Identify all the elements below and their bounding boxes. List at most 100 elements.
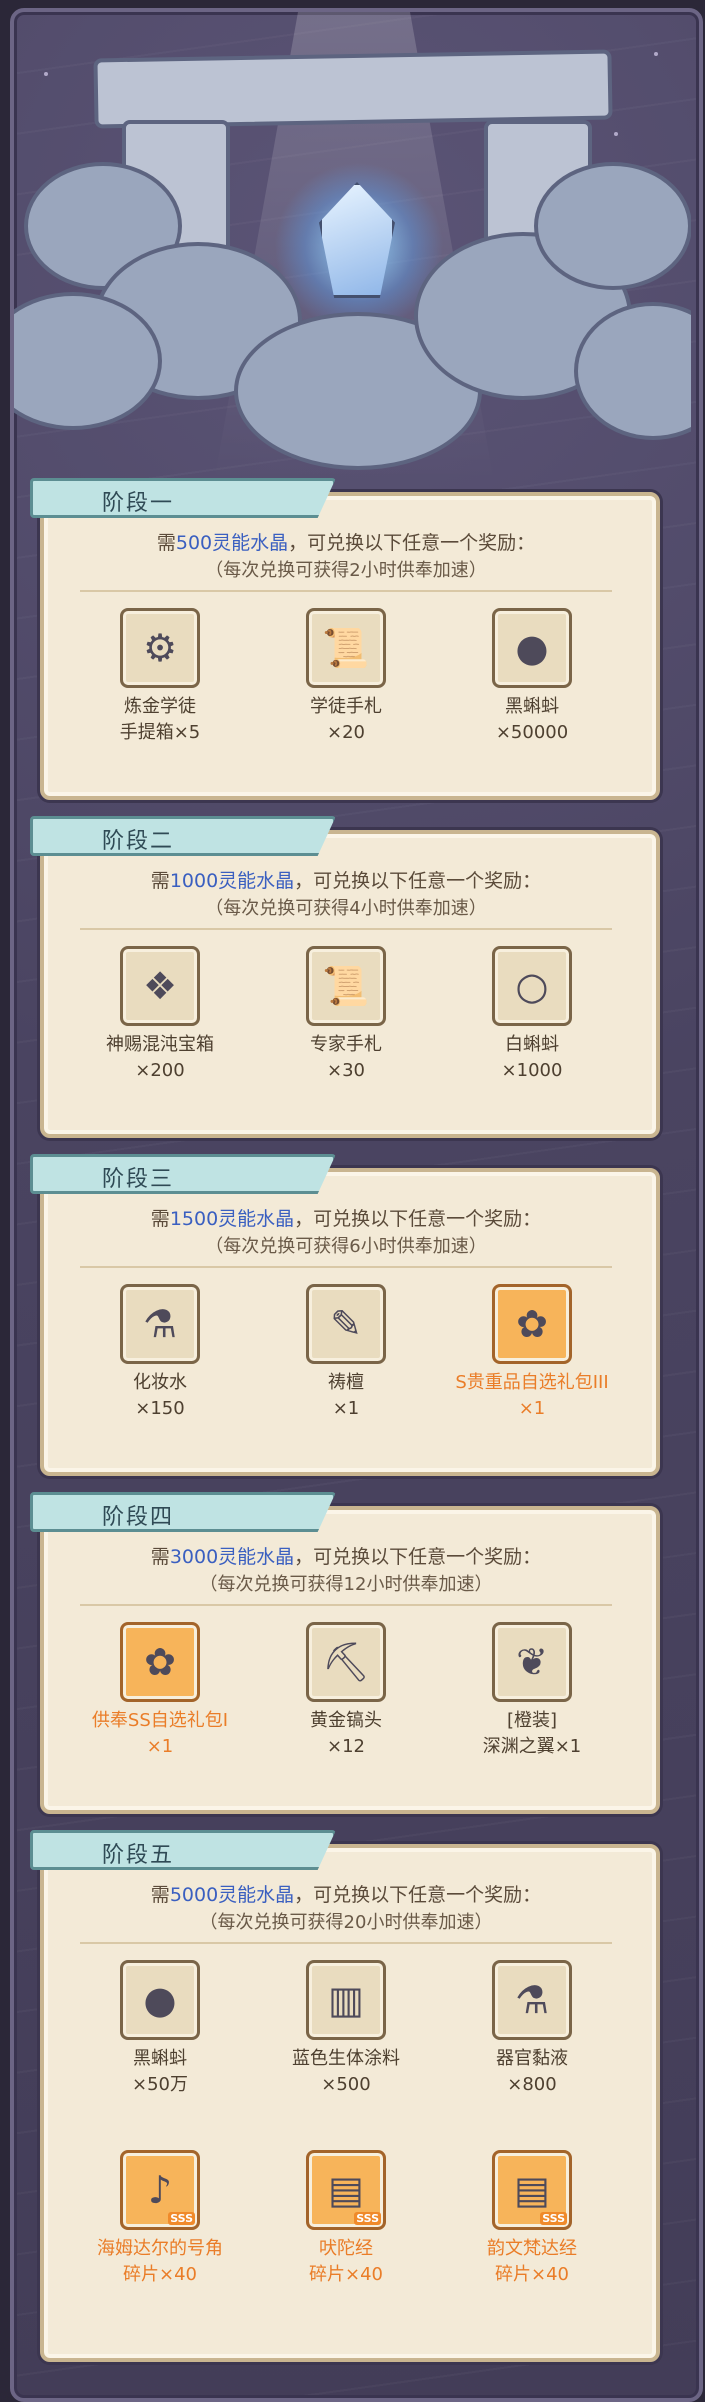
reward-label: 海姆达尔的号角 碎片×40 [70,2236,250,2288]
stone-lintel [93,49,613,129]
requirement-text: 需1000灵能水晶，可兑换以下任意一个奖励： [40,866,652,893]
stage-tab: 阶段一 [30,478,336,518]
bonus-note: （每次兑换可获得2小时供奉加速） [205,560,487,581]
reward-label: 器官黏液 ×800 [442,2046,622,2098]
reward-name: 蓝色生体涂料 [292,2048,400,2069]
stage-tab: 阶段二 [30,816,336,856]
chaos-chest-icon: ❖ [120,946,200,1026]
pickaxe-icon: ⛏ [306,1622,386,1702]
reward-item[interactable]: ▤ SSS 韵文梵达经 碎片×40 [442,2150,622,2288]
reward-item[interactable]: ✿ S贵重品自选礼包III ×1 [442,1284,622,1422]
reward-name: S贵重品自选礼包III [455,1372,609,1393]
bonus-note: （每次兑换可获得6小时供奉加速） [205,1236,487,1257]
reward-quantity: ×800 [507,2074,557,2095]
reward-label: 韵文梵达经 碎片×40 [442,2236,622,2288]
black-tadpole-icon: ● [120,1960,200,2040]
reward-label: 吠陀经碎片×40 [256,2236,436,2288]
stage-tab: 阶段五 [30,1830,336,1870]
reward-item[interactable]: ✿ 供奉SS自选礼包Ⅰ ×1 [70,1622,250,1760]
reward-name: 黄金镐头 [310,1710,382,1731]
reward-name: 吠陀经 [319,2238,373,2259]
reward-name: 白蝌蚪 [505,1034,559,1055]
reward-label: 白蝌蚪 ×1000 [442,1032,622,1084]
req-suffix: ，可兑换以下任意一个奖励： [294,1884,542,1906]
reward-item[interactable]: ❦ [橙装] 深渊之翼×1 [442,1622,622,1760]
divider [80,590,612,592]
hero-banner [14,12,691,482]
reward-item[interactable]: ⚗ 器官黏液 ×800 [442,1960,622,2098]
req-amount: 1500灵能水晶 [169,1208,295,1230]
stage-section: 阶段五需5000灵能水晶，可兑换以下任意一个奖励： （每次兑换可获得20小时供奉加… [30,1830,660,2362]
reward-quantity: 深渊之翼×1 [482,1736,582,1757]
reward-item[interactable]: ▥ 蓝色生体涂料 ×500 [256,1960,436,2098]
reward-name: 黑蝌蚪 [133,2048,187,2069]
reward-item[interactable]: 📜 学徒手札 ×20 [256,608,436,746]
req-suffix: ，可兑换以下任意一个奖励： [294,1546,542,1568]
reward-label: 化妆水 ×150 [70,1370,250,1422]
reward-name: 祷檀 [328,1372,364,1393]
reward-quantity: ×20 [327,722,365,743]
reward-label: 祷檀 ×1 [256,1370,436,1422]
reward-item[interactable]: ● 黑蝌蚪 ×50000 [442,608,622,746]
reward-name: [橙装] [506,1710,558,1731]
reward-quantity: ×1 [518,1398,546,1419]
bonus-note: （每次兑换可获得20小时供奉加速） [199,1912,493,1933]
req-amount: 3000灵能水晶 [169,1546,295,1568]
reward-name: 化妆水 [133,1372,187,1393]
reward-quantity: ×1 [146,1736,174,1757]
reward-label: 黑蝌蚪 ×50000 [442,694,622,746]
reward-quantity: ×500 [321,2074,371,2095]
reward-item[interactable]: 📜 专家手札 ×30 [256,946,436,1084]
requirement-text: 需3000灵能水晶，可兑换以下任意一个奖励： [40,1542,652,1569]
reward-item[interactable]: ▤ SSS 吠陀经 碎片×40 [256,2150,436,2288]
vendidad-book-icon: ▤ SSS [492,2150,572,2230]
reward-item[interactable]: ● 黑蝌蚪 ×50万 [70,1960,250,2098]
horn-icon: ♪ SSS [120,2150,200,2230]
req-suffix: ，可兑换以下任意一个奖励： [294,1208,542,1230]
cloud [534,162,691,290]
toolbox-icon: ⚙ [120,608,200,688]
req-prefix: 需 [150,1884,170,1906]
stage-title: 阶段二 [101,829,174,854]
blue-paint-bucket-icon: ▥ [306,1960,386,2040]
req-amount: 5000灵能水晶 [169,1884,295,1906]
reward-item[interactable]: ⚙ 炼金学徒 手提箱×5 [70,608,250,746]
stage-tab: 阶段三 [30,1154,336,1194]
reward-item[interactable]: ♪ SSS 海姆达尔的号角 碎片×40 [70,2150,250,2288]
reward-name: 海姆达尔的号角 [97,2238,223,2259]
reward-name: 器官黏液 [496,2048,568,2069]
reward-item[interactable]: ✎ 祷檀 ×1 [256,1284,436,1422]
scroll-icon: 📜 [306,608,386,688]
reward-name: 学徒手札 [310,696,382,717]
star [614,132,618,136]
reward-item[interactable]: ❖ 神赐混沌宝箱 ×200 [70,946,250,1084]
white-tadpole-icon: ○ [492,946,572,1026]
divider [80,1604,612,1606]
req-amount: 500灵能水晶 [175,532,289,554]
stage-title: 阶段五 [101,1843,174,1868]
reward-quantity: ×12 [327,1736,365,1757]
organ-fluid-icon: ⚗ [492,1960,572,2040]
stage-title: 阶段三 [101,1167,174,1192]
reward-quantity: ×1 [332,1398,360,1419]
reward-name: 黑蝌蚪 [505,696,559,717]
gift-pack-icon: ✿ [492,1284,572,1364]
req-prefix: 需 [156,532,176,554]
reward-quantity: ×150 [135,1398,185,1419]
bonus-note: （每次兑换可获得12小时供奉加速） [199,1574,493,1595]
abyss-wing-icon: ❦ [492,1622,572,1702]
reward-quantity: ×1000 [501,1060,563,1081]
rarity-badge: SSS [540,2212,567,2225]
stage-title: 阶段四 [101,1505,174,1530]
req-prefix: 需 [150,1208,170,1230]
reward-name: 韵文梵达经 [487,2238,577,2259]
reward-item[interactable]: ○ 白蝌蚪 ×1000 [442,946,622,1084]
req-prefix: 需 [150,870,170,892]
reward-quantity: ×30 [327,1060,365,1081]
reward-quantity: 碎片×40 [309,2264,383,2285]
reward-quantity: ×50000 [495,722,569,743]
reward-label: 蓝色生体涂料 ×500 [256,2046,436,2098]
reward-item[interactable]: ⚗ 化妆水 ×150 [70,1284,250,1422]
reward-item[interactable]: ⛏ 黄金镐头 ×12 [256,1622,436,1760]
stage-section: 阶段一 需500灵能水晶，可兑换以下任意一个奖励： （每次兑换可获得2小时供奉加速）… [30,478,660,800]
